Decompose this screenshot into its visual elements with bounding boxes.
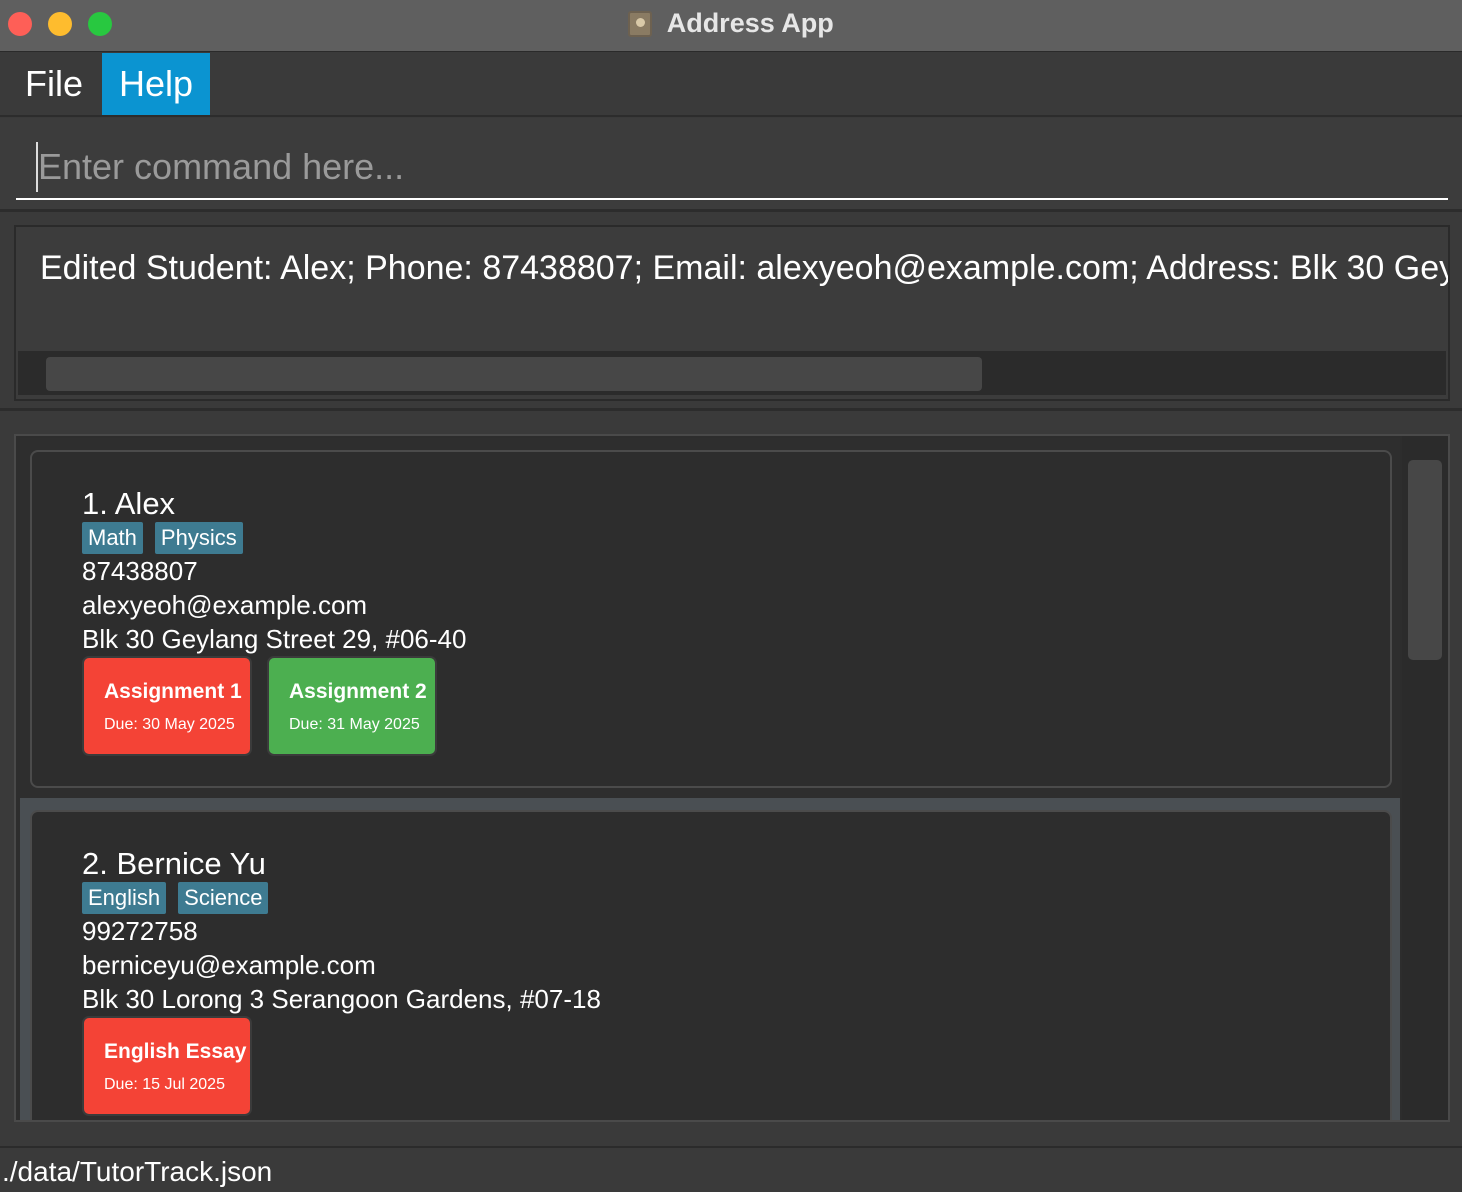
student-phone: 87438807	[82, 556, 198, 586]
list-vertical-scrollbar[interactable]	[1402, 436, 1448, 1120]
address-book-icon	[628, 10, 653, 37]
command-area	[0, 118, 1462, 212]
status-bar: ./data/TutorTrack.json	[0, 1146, 1462, 1192]
tag: Physics	[154, 522, 243, 554]
menu-help[interactable]: Help	[102, 53, 210, 115]
tag: English	[82, 882, 167, 914]
title-bar: Address App	[0, 0, 1462, 52]
student-card[interactable]: 2. Bernice Yu English Science 99272758 be…	[30, 810, 1392, 1120]
list-item[interactable]: 2. Bernice Yu English Science 99272758 be…	[20, 798, 1400, 1120]
window-title: Address App	[666, 8, 834, 38]
assignment-due: Due: 31 May 2025	[289, 716, 420, 733]
menu-file[interactable]: File	[14, 53, 94, 115]
result-horizontal-scrollbar[interactable]	[18, 351, 1446, 395]
student-card[interactable]: 1. Alex Math Physics 87438807 alexyeoh@ex…	[30, 450, 1392, 788]
result-message: Edited Student: Alex; Phone: 87438807; E…	[40, 249, 1450, 287]
result-display: Edited Student: Alex; Phone: 87438807; E…	[14, 225, 1450, 401]
assignment-title: English Essay	[104, 1040, 247, 1063]
menu-bar: File Help	[0, 53, 1462, 117]
save-file-path: ./data/TutorTrack.json	[2, 1156, 273, 1187]
student-address: Blk 30 Lorong 3 Serangoon Gardens, #07-1…	[82, 984, 601, 1014]
student-phone: 99272758	[82, 916, 198, 946]
assignment-card[interactable]: Assignment 1 Due: 30 May 2025	[82, 656, 252, 756]
assignment-card[interactable]: Assignment 2 Due: 31 May 2025	[267, 656, 437, 756]
result-scroll-thumb[interactable]	[46, 357, 982, 391]
command-box	[16, 136, 1448, 200]
assignment-card[interactable]: English Essay Due: 15 Jul 2025	[82, 1016, 252, 1116]
student-email: berniceyu@example.com	[82, 950, 376, 980]
list-scroll-thumb[interactable]	[1408, 460, 1442, 660]
assignment-due: Due: 15 Jul 2025	[104, 1076, 225, 1093]
student-address: Blk 30 Geylang Street 29, #06-40	[82, 624, 467, 654]
tag-list: Math Physics	[82, 522, 255, 554]
student-name: 2. Bernice Yu	[82, 846, 266, 881]
student-list-area: 1. Alex Math Physics 87438807 alexyeoh@ex…	[0, 414, 1462, 1144]
list-item[interactable]: 1. Alex Math Physics 87438807 alexyeoh@ex…	[20, 438, 1400, 798]
student-name: 1. Alex	[82, 486, 176, 521]
student-list[interactable]: 1. Alex Math Physics 87438807 alexyeoh@ex…	[14, 434, 1450, 1122]
window-title-group: Address App	[0, 8, 1462, 39]
tag-list: English Science	[82, 882, 280, 914]
student-email: alexyeoh@example.com	[82, 590, 368, 620]
assignment-title: Assignment 2	[289, 680, 427, 703]
tag: Math	[82, 522, 143, 554]
assignment-due: Due: 30 May 2025	[104, 716, 235, 733]
command-input[interactable]	[36, 142, 1438, 192]
tag: Science	[178, 882, 269, 914]
result-display-area: Edited Student: Alex; Phone: 87438807; E…	[0, 215, 1462, 411]
assignment-title: Assignment 1	[104, 680, 242, 703]
